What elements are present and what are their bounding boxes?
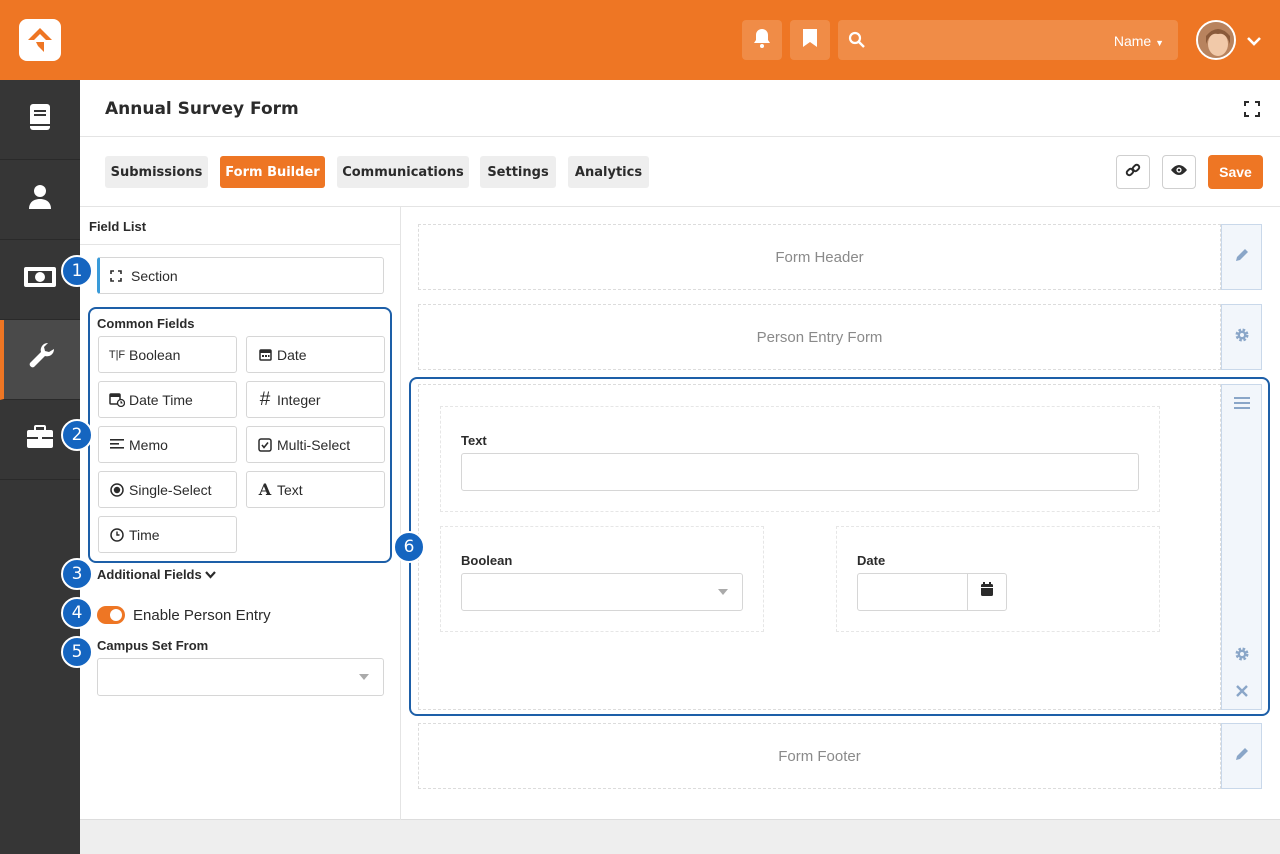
link-icon: [1125, 162, 1141, 183]
additional-fields-label: Additional Fields: [97, 567, 202, 582]
page-title: Annual Survey Form: [105, 99, 299, 119]
save-button[interactable]: Save: [1208, 155, 1263, 189]
copy-link-button[interactable]: [1116, 155, 1150, 189]
title-divider: [80, 136, 1280, 137]
tab-analytics[interactable]: Analytics: [568, 156, 649, 188]
section-highlight: [409, 377, 1270, 716]
form-header-block[interactable]: Form Header: [418, 224, 1221, 290]
expand-icon: [110, 269, 122, 282]
person-icon: [28, 184, 52, 215]
campus-set-from-label: Campus Set From: [97, 638, 209, 653]
fullscreen-icon[interactable]: [1244, 101, 1260, 122]
gear-icon: [1234, 327, 1250, 348]
sidebar-item-book[interactable]: [0, 80, 80, 160]
sidebar-item-admin-tools[interactable]: [0, 320, 80, 400]
money-icon: [23, 266, 57, 293]
eye-icon: [1170, 163, 1188, 181]
callout-badge-3: 3: [61, 558, 93, 590]
form-footer-block[interactable]: Form Footer: [418, 723, 1221, 789]
tab-form-builder[interactable]: Form Builder: [220, 156, 325, 188]
search-icon: [848, 31, 866, 54]
rock-logo[interactable]: [19, 19, 61, 61]
avatar[interactable]: [1196, 20, 1236, 60]
section-label: Section: [131, 267, 178, 284]
enable-person-entry-label: Enable Person Entry: [133, 607, 271, 624]
edit-footer-button[interactable]: [1221, 723, 1262, 789]
chevron-down-icon[interactable]: [1247, 33, 1261, 51]
search-scope-dropdown[interactable]: Name ▼: [1114, 33, 1164, 49]
caret-down-icon: ▼: [1155, 38, 1164, 48]
notifications-button[interactable]: [742, 20, 782, 60]
edit-header-button[interactable]: [1221, 224, 1262, 290]
field-list-divider: [80, 244, 400, 245]
common-fields-highlight: [88, 307, 392, 563]
search-bar[interactable]: Name ▼: [838, 20, 1178, 60]
callout-badge-5: 5: [61, 636, 93, 668]
chevron-down-icon: [205, 567, 217, 582]
enable-person-entry-toggle[interactable]: [97, 606, 125, 624]
additional-fields-toggle[interactable]: Additional Fields: [97, 567, 217, 582]
callout-badge-2: 2: [61, 419, 93, 451]
preview-button[interactable]: [1162, 155, 1196, 189]
sidebar-item-people[interactable]: [0, 160, 80, 240]
callout-badge-6: 6: [393, 531, 425, 563]
person-entry-settings-button[interactable]: [1221, 304, 1262, 370]
tab-submissions[interactable]: Submissions: [105, 156, 208, 188]
book-icon: [29, 103, 51, 136]
callout-badge-1: 1: [61, 255, 93, 287]
caret-down-icon: [359, 674, 369, 680]
tab-communications[interactable]: Communications: [337, 156, 469, 188]
campus-set-from-select[interactable]: [97, 658, 384, 696]
bookmarks-button[interactable]: [790, 20, 830, 60]
pencil-icon: [1234, 247, 1250, 268]
toolbar-divider: [80, 206, 1280, 207]
wrench-icon: [28, 342, 56, 376]
tab-settings[interactable]: Settings: [480, 156, 556, 188]
bell-icon: [753, 28, 771, 53]
panel-divider: [400, 207, 401, 820]
field-list-title: Field List: [89, 219, 147, 234]
person-entry-form-block[interactable]: Person Entry Form: [418, 304, 1221, 370]
pencil-icon: [1234, 746, 1250, 767]
bookmark-icon: [802, 28, 818, 53]
section-field-button[interactable]: Section: [97, 257, 384, 294]
briefcase-icon: [26, 425, 54, 454]
callout-badge-4: 4: [61, 597, 93, 629]
